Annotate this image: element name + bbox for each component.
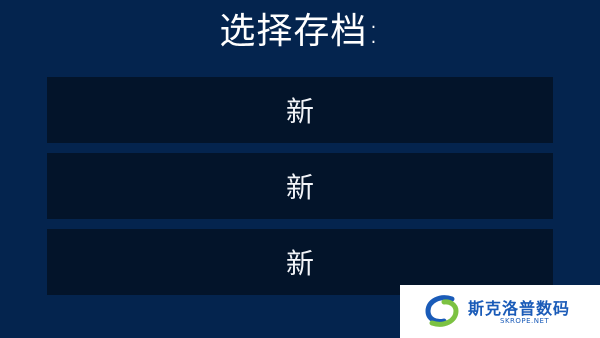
save-slot-label: 新 — [285, 95, 314, 128]
save-slot-1[interactable]: 新 — [47, 77, 553, 143]
watermark-name: 斯克洛普数码 — [468, 299, 571, 318]
save-slot-2[interactable]: 新 — [47, 153, 553, 219]
page-title: 选择存档: — [219, 11, 381, 52]
save-slot-label: 新 — [285, 171, 314, 204]
watermark-logo-icon — [425, 295, 459, 327]
watermark: 斯克洛普数码 SKROPE.NET — [400, 285, 600, 338]
watermark-url: SKROPE.NET — [500, 317, 550, 325]
save-slot-label: 新 — [285, 247, 314, 280]
